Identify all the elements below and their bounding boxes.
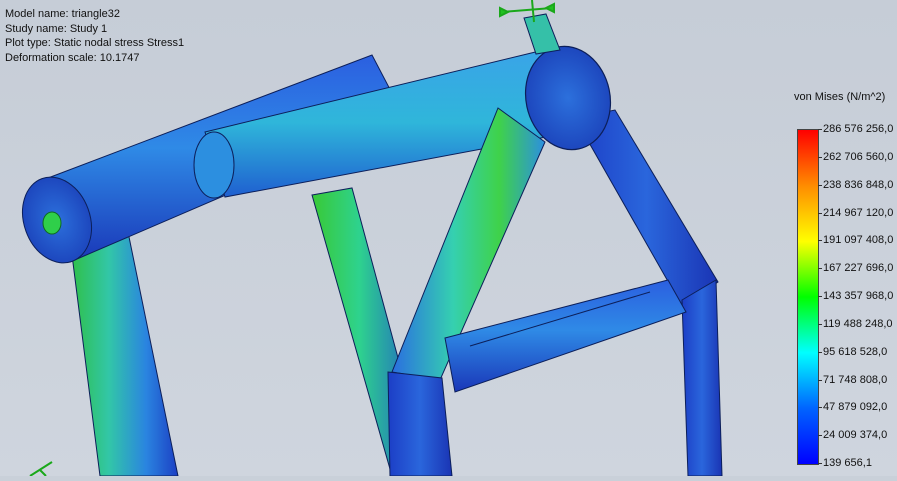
deformation-scale-text: Deformation scale: 10.1747 xyxy=(5,51,140,64)
legend-tick xyxy=(818,296,822,297)
legend-tick xyxy=(818,351,822,353)
legend-tick xyxy=(818,240,822,242)
study-info: Model name: triangle32 Study name: Study… xyxy=(5,7,184,65)
left-leg xyxy=(71,231,179,477)
legend-label: 191 097 408,0 xyxy=(823,234,894,247)
legend-tick xyxy=(818,323,822,325)
top-stub xyxy=(523,13,561,55)
legend-tick xyxy=(818,184,822,186)
legend-label: 214 967 120,0 xyxy=(823,206,894,219)
cross-tube-left-end xyxy=(193,131,235,199)
legend-label: 71 748 808,0 xyxy=(823,373,888,386)
legend-label: 95 618 528,0 xyxy=(823,345,888,358)
plot-type-text: Plot type: Static nodal stress Stress1 xyxy=(5,37,185,49)
lower-brace xyxy=(444,279,687,393)
stress-legend: von Mises (N/m^2) 286 576 256,0 262 706 5… xyxy=(786,91,897,476)
legend-tick xyxy=(818,156,822,158)
legend-label: 167 227 696,0 xyxy=(823,262,894,275)
legend-label: 286 576 256,0 xyxy=(823,123,894,135)
legend-label: 139 656,1 xyxy=(823,457,872,469)
model-name-text: Model name: triangle32 xyxy=(5,8,120,20)
fea-viewport[interactable]: Model name: triangle32 Study name: Study… xyxy=(0,0,897,477)
study-name-text: Study name: Study 1 xyxy=(5,22,108,35)
fixture-corner-icon xyxy=(29,461,53,477)
legend-label: 24 009 374,0 xyxy=(823,429,888,442)
legend-tick xyxy=(818,379,822,381)
right-leg xyxy=(681,279,723,477)
legend-label: 143 357 968,0 xyxy=(823,290,894,302)
legend-tick xyxy=(818,129,822,130)
legend-label: 238 836 848,0 xyxy=(823,178,894,191)
legend-tick xyxy=(818,435,822,437)
legend-tick xyxy=(818,407,822,409)
left-tube-hole xyxy=(42,211,62,235)
legend-color-bar xyxy=(797,129,819,465)
center-lower-leg xyxy=(387,371,453,477)
legend-tick xyxy=(818,463,822,464)
legend-tick xyxy=(818,212,822,214)
legend-title: von Mises (N/m^2) xyxy=(794,91,886,103)
legend-label: 262 706 560,0 xyxy=(823,150,894,163)
frame-model xyxy=(22,0,723,477)
legend-label: 47 879 092,0 xyxy=(823,401,888,414)
legend-label: 119 488 248,0 xyxy=(823,317,893,330)
legend-tick xyxy=(818,268,822,270)
